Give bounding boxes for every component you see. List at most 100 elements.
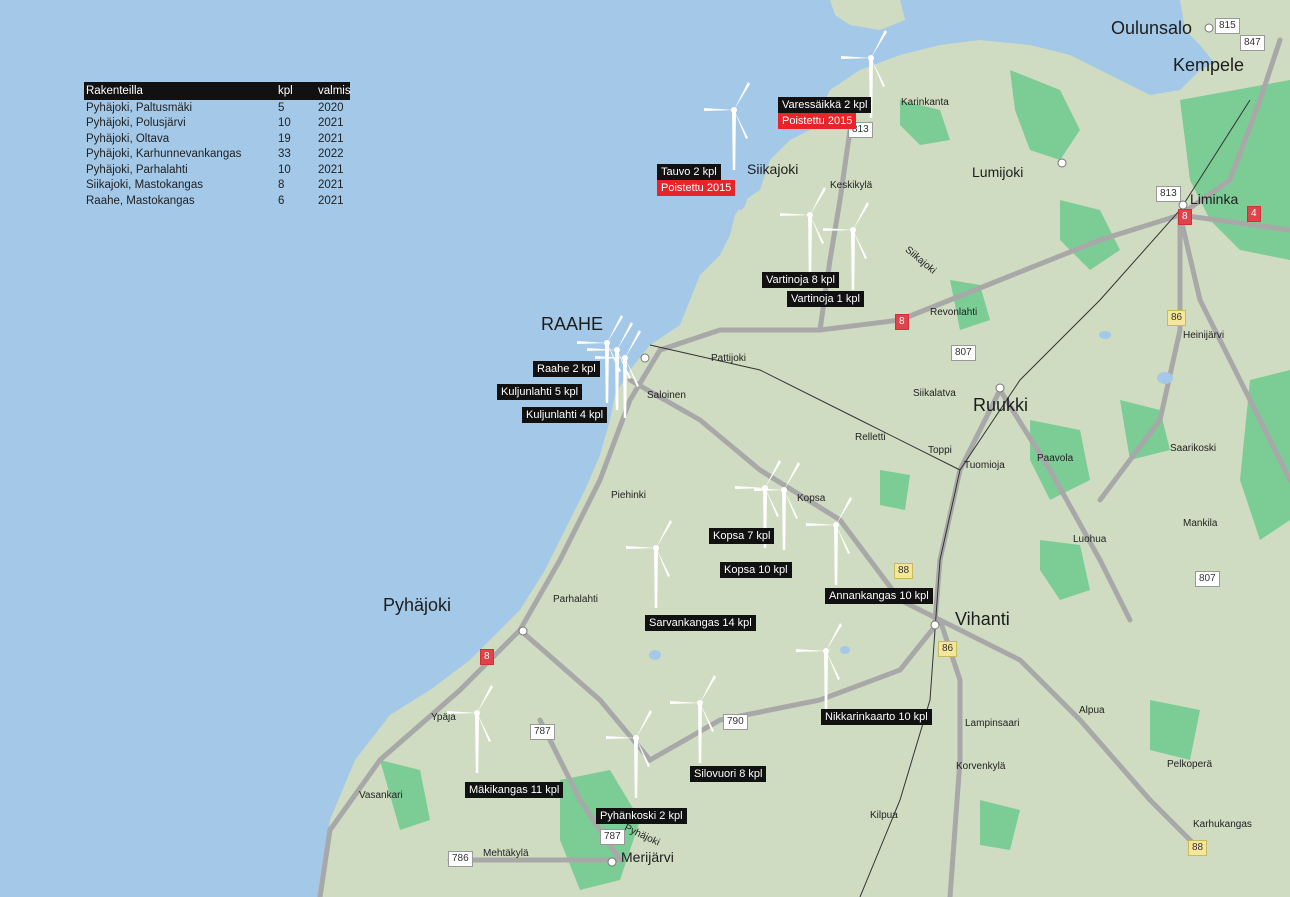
wind-farm-label[interactable]: Kuljunlahti 5 kpl (497, 384, 583, 400)
legend-header: Rakenteilla kpl valmis (84, 82, 351, 100)
wind-farm-label[interactable]: Silovuori 8 kpl (690, 766, 767, 782)
legend-row: Pyhäjoki, Parhalahti 10 2021 (84, 162, 350, 178)
town-label: Vihanti (955, 609, 1010, 629)
village-label: Saarikoski (1170, 443, 1217, 454)
legend-row-ready: 2020 (318, 101, 344, 114)
wind-farm-label[interactable]: Sarvankangas 14 kpl (645, 615, 756, 631)
road-sign: 815 (1215, 18, 1240, 34)
town-label: RAAHE (541, 314, 604, 334)
wind-farm-label[interactable]: Kopsa 7 kpl (709, 528, 775, 544)
legend-table: Rakenteilla kpl valmis Pyhäjoki, Paltusm… (84, 82, 351, 209)
legend-row-count: 33 (278, 148, 291, 161)
legend-row-ready: 2021 (318, 194, 344, 207)
legend-row-name: Pyhäjoki, Polusjärvi (86, 117, 186, 130)
village-label: Parhalahti (553, 594, 599, 605)
village-label: Karhukangas (1193, 819, 1252, 830)
village-label: Mankila (1183, 518, 1218, 529)
village-label: Revonlahti (930, 307, 978, 318)
legend-row: Raahe, Mastokangas 6 2021 (84, 193, 350, 209)
legend-row: Pyhäjoki, Polusjärvi 10 2021 (84, 116, 350, 132)
road-sign: 807 (1195, 571, 1220, 587)
road-sign: 8 (895, 314, 909, 330)
village-label: Mehtäkylä (483, 848, 529, 859)
village-label: Kilpua (870, 810, 898, 821)
legend-row-ready: 2021 (318, 117, 344, 130)
village-label: Siikalatva (913, 388, 956, 399)
village-label: Karinkanta (901, 97, 949, 108)
road-sign: 86 (1167, 310, 1187, 326)
town-label: Merijärvi (621, 849, 674, 865)
legend-row-count: 10 (278, 117, 291, 130)
legend-row-count: 19 (278, 132, 291, 145)
legend-row-count: 6 (278, 194, 285, 207)
town-label: Kempele (1173, 55, 1245, 75)
road-sign: 8 (1178, 209, 1192, 225)
wind-farm-label[interactable]: Vartinoja 1 kpl (787, 291, 864, 307)
village-label: Toppi (928, 445, 952, 456)
town-label: Ruukki (973, 395, 1029, 415)
wind-farm-label[interactable]: Vartinoja 8 kpl (762, 272, 839, 288)
legend-row: Pyhäjoki, Oltava 19 2021 (84, 131, 350, 147)
road-sign: 786 (448, 851, 473, 867)
road-sign: 813 (1156, 186, 1181, 202)
legend-row-ready: 2021 (318, 163, 344, 176)
legend-row: Siikajoki, Mastokangas 8 2021 (84, 178, 350, 194)
village-label: Pattijoki (711, 353, 747, 364)
village-label: Piehinki (611, 490, 647, 501)
legend-row-ready: 2021 (318, 132, 344, 145)
wind-farm-removed-label: Poistettu 2015 (778, 113, 857, 129)
village-label: Alpua (1079, 705, 1105, 716)
road-sign: 787 (530, 724, 555, 740)
village-label: Kopsa (797, 493, 826, 504)
legend-row-name: Pyhäjoki, Karhunnevankangas (86, 148, 242, 161)
village-label: Ypäjä (431, 712, 456, 723)
wind-farm-label[interactable]: Kopsa 10 kpl (720, 562, 792, 578)
wind-farm-label[interactable]: Mäkikangas 11 kpl (465, 782, 564, 798)
wind-farm-removed-label: Poistettu 2015 (657, 180, 736, 196)
legend-row-count: 8 (278, 179, 285, 192)
road-sign: 8 (480, 649, 494, 665)
legend-row-name: Pyhäjoki, Oltava (86, 132, 170, 145)
town-label: Siikajoki (747, 161, 799, 177)
wind-farm-label[interactable]: Pyhänkoski 2 kpl (596, 808, 687, 824)
village-label: Tuomioja (964, 460, 1005, 471)
road-sign: 807 (951, 345, 976, 361)
road-sign: 847 (1240, 35, 1265, 51)
map-canvas[interactable]: Rakenteilla kpl valmis Pyhäjoki, Paltusm… (0, 0, 1290, 897)
road-sign: 787 (600, 829, 625, 845)
legend-header-count: kpl (278, 85, 293, 97)
road-sign: 88 (1188, 840, 1208, 856)
wind-farm-label[interactable]: Tauvo 2 kpl (657, 164, 721, 180)
legend-row-name: Pyhäjoki, Paltusmäki (86, 101, 193, 114)
legend-header-ready: valmis (318, 85, 351, 97)
legend-row: Pyhäjoki, Karhunnevankangas 33 2022 (84, 147, 350, 163)
village-label: Keskikylä (830, 180, 873, 191)
road-sign: 88 (894, 563, 914, 579)
town-label: Lumijoki (972, 164, 1024, 180)
wind-farm-label[interactable]: Kuljunlahti 4 kpl (522, 407, 608, 423)
legend-row-ready: 2021 (318, 179, 344, 192)
wind-farm-label[interactable]: Raahe 2 kpl (533, 361, 600, 377)
village-label: Pelkoperä (1167, 759, 1213, 770)
wind-farm-label[interactable]: Annankangas 10 kpl (825, 588, 933, 604)
town-label: Pyhäjoki (383, 595, 452, 615)
town-label: Oulunsalo (1111, 18, 1193, 38)
village-label: Saloinen (647, 390, 686, 401)
legend-row-count: 5 (278, 101, 285, 114)
legend-row: Pyhäjoki, Paltusmäki 5 2020 (84, 100, 350, 116)
legend-row-count: 10 (278, 163, 291, 176)
road-sign: 4 (1247, 206, 1261, 222)
village-label: Lampinsaari (965, 718, 1020, 729)
legend-row-name: Siikajoki, Mastokangas (86, 179, 203, 192)
village-label: Luohua (1073, 534, 1107, 545)
town-label: Liminka (1190, 191, 1239, 207)
legend-header-name: Rakenteilla (86, 85, 143, 97)
wind-farm-label[interactable]: Varessäikkä 2 kpl (778, 97, 872, 113)
legend-row-ready: 2022 (318, 148, 344, 161)
legend-row-name: Pyhäjoki, Parhalahti (86, 163, 188, 176)
road-sign: 86 (938, 641, 958, 657)
legend-row-name: Raahe, Mastokangas (86, 194, 195, 207)
wind-farm-label[interactable]: Nikkarinkaarto 10 kpl (821, 709, 932, 725)
village-label: Vasankari (359, 790, 403, 801)
village-label: Korvenkylä (956, 761, 1006, 772)
